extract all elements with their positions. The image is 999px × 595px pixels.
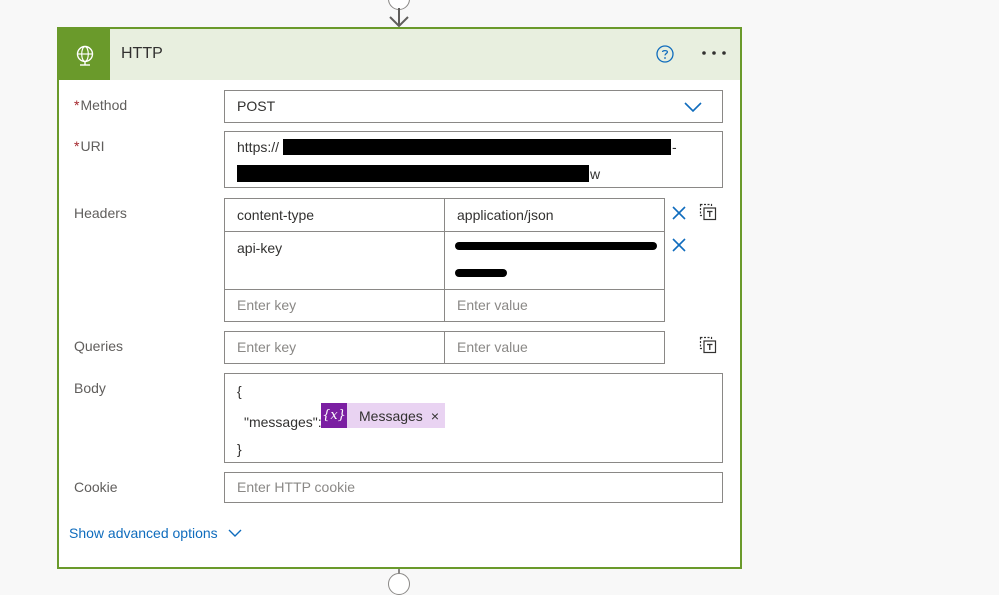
header-value-input[interactable]	[444, 231, 665, 290]
more-horizontal-icon[interactable]	[699, 46, 729, 62]
header-value-value: application/json	[457, 207, 554, 223]
redacted-block	[283, 139, 671, 155]
cookie-label: Cookie	[74, 479, 118, 495]
body-label: Body	[74, 380, 106, 396]
chevron-down-icon[interactable]	[683, 101, 703, 113]
redacted-block	[455, 269, 507, 277]
header-key-value: api-key	[237, 240, 283, 256]
show-advanced-options-link[interactable]: Show advanced options	[69, 525, 242, 541]
token-label: Messages	[359, 407, 423, 424]
cookie-placeholder: Enter HTTP cookie	[237, 479, 356, 495]
queries-label: Queries	[74, 338, 124, 354]
arrow-down-icon	[389, 8, 409, 28]
required-marker: *	[74, 138, 80, 154]
body-line-close: }	[237, 441, 242, 457]
redacted-block	[455, 242, 657, 250]
question-circle-icon[interactable]	[656, 45, 674, 63]
uri-label: *URI	[74, 138, 105, 154]
header-key-input[interactable]: api-key	[224, 231, 445, 290]
remove-header-icon[interactable]	[671, 237, 687, 253]
header-key-input[interactable]: content-type	[224, 198, 445, 232]
remove-token-icon[interactable]: ×	[431, 408, 445, 424]
query-value-placeholder: Enter value	[457, 339, 528, 355]
globe-icon	[59, 29, 110, 80]
method-label: *Method	[74, 97, 127, 113]
query-key-placeholder: Enter key	[237, 339, 297, 355]
action-header[interactable]: HTTP	[59, 29, 740, 80]
advanced-label: Show advanced options	[69, 525, 218, 541]
http-action-card: HTTP *Method POST *URI https:// - w Head…	[57, 27, 742, 569]
header-key-input[interactable]: Enter key	[224, 289, 445, 322]
uri-prefix: https://	[237, 139, 280, 155]
query-key-input[interactable]: Enter key	[224, 331, 445, 364]
chevron-down-icon	[228, 529, 242, 537]
text-mode-icon[interactable]	[699, 203, 717, 221]
text-mode-icon[interactable]	[699, 336, 717, 354]
uri-tail-line1: -	[672, 139, 677, 155]
cookie-input[interactable]: Enter HTTP cookie	[224, 472, 723, 503]
required-marker: *	[74, 97, 80, 113]
uri-input[interactable]: https:// - w	[224, 131, 723, 188]
method-select[interactable]: POST	[224, 90, 723, 123]
redacted-block	[237, 165, 589, 182]
action-title: HTTP	[121, 45, 163, 62]
uri-label-text: URI	[80, 138, 105, 154]
method-label-text: Method	[80, 97, 128, 113]
body-messages-key: "messages":	[244, 414, 322, 430]
header-value-placeholder: Enter value	[457, 297, 528, 313]
variable-icon: {x}	[321, 403, 347, 428]
header-key-value: content-type	[237, 207, 315, 223]
body-line-open: {	[237, 383, 242, 399]
method-value: POST	[237, 98, 276, 114]
uri-tail-line2: w	[590, 166, 601, 182]
header-key-placeholder: Enter key	[237, 297, 297, 313]
headers-label: Headers	[74, 205, 127, 221]
remove-header-icon[interactable]	[671, 205, 687, 221]
body-input[interactable]: { "messages": }	[224, 373, 723, 463]
dynamic-content-token[interactable]: {x} Messages ×	[321, 403, 445, 428]
header-value-input[interactable]: application/json	[444, 198, 665, 232]
query-value-input[interactable]: Enter value	[444, 331, 665, 364]
header-value-input[interactable]: Enter value	[444, 289, 665, 322]
add-step-button-bottom[interactable]	[388, 573, 410, 595]
